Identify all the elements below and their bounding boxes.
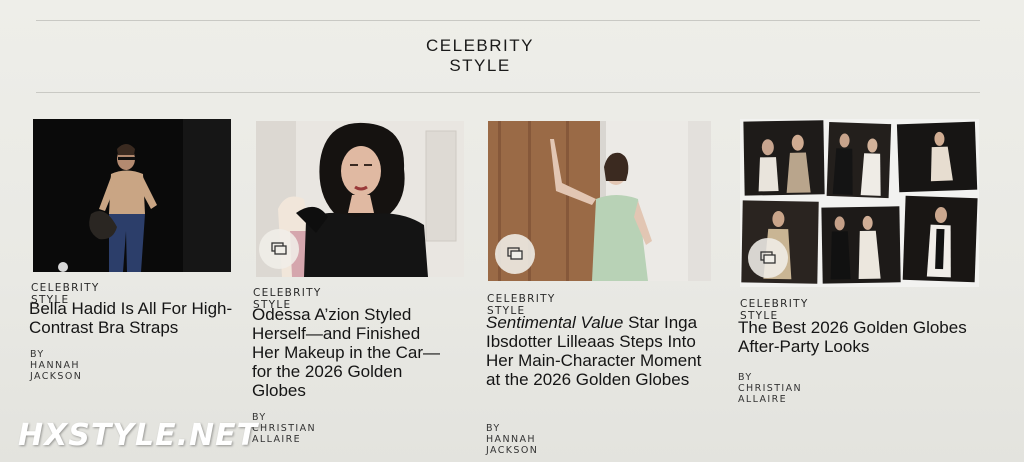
gallery-icon bbox=[271, 242, 287, 255]
title-divider bbox=[36, 92, 980, 93]
section-title-line2: STYLE bbox=[449, 56, 511, 75]
gallery-icon bbox=[760, 251, 776, 264]
photo-bella-hadid bbox=[33, 119, 231, 272]
article-byline-2[interactable]: BY CHRISTIAN ALLAIRE bbox=[252, 412, 316, 445]
article-headline-3[interactable]: Sentimental Value Star Inga Ibsdotter Li… bbox=[486, 313, 711, 389]
top-divider bbox=[36, 20, 980, 21]
article-headline-1[interactable]: Bella Hadid Is All For High-Contrast Bra… bbox=[29, 299, 234, 337]
article-headline-text-1: Bella Hadid Is All For High-Contrast Bra… bbox=[29, 299, 233, 337]
article-byline-1[interactable]: BY HANNAH JACKSON bbox=[30, 349, 82, 382]
article-image-2[interactable] bbox=[256, 121, 464, 277]
gallery-badge-3[interactable] bbox=[495, 234, 535, 274]
article-image-4[interactable] bbox=[740, 119, 979, 287]
article-headline-2[interactable]: Odessa A’zion Styled Herself—and Finishe… bbox=[252, 305, 442, 400]
section-title[interactable]: CELEBRITY STYLE bbox=[380, 36, 580, 76]
article-image-3[interactable] bbox=[488, 121, 711, 281]
article-headline-text-4: The Best 2026 Golden Globes After-Party … bbox=[738, 318, 967, 356]
section-title-line1: CELEBRITY bbox=[426, 36, 534, 55]
article-image-1[interactable] bbox=[33, 119, 231, 272]
article-headline-italic-3: Sentimental Value bbox=[486, 313, 624, 332]
gallery-icon bbox=[507, 247, 523, 260]
article-headline-4[interactable]: The Best 2026 Golden Globes After-Party … bbox=[738, 318, 978, 356]
screen: CELEBRITY STYLE CELEBRITY STYLE Bella Ha… bbox=[0, 0, 1024, 462]
article-byline-3[interactable]: BY HANNAH JACKSON bbox=[486, 423, 538, 456]
article-headline-text-2: Odessa A’zion Styled Herself—and Finishe… bbox=[252, 305, 441, 400]
watermark-logo: HXSTYLE.NET bbox=[18, 418, 259, 453]
gallery-badge-4[interactable] bbox=[748, 238, 788, 278]
gallery-badge-2[interactable] bbox=[259, 229, 299, 269]
article-byline-4[interactable]: BY CHRISTIAN ALLAIRE bbox=[738, 372, 802, 405]
